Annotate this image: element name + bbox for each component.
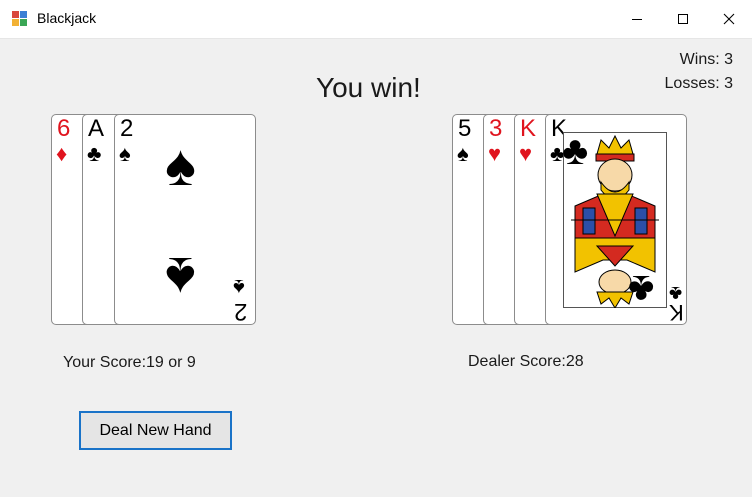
dealer-score-label: Dealer Score:28 xyxy=(468,353,584,370)
card-rank: 3 xyxy=(489,115,503,142)
spade-icon: ♠ xyxy=(233,275,245,300)
losses-label: Losses: 3 xyxy=(664,75,733,92)
club-icon: ♣ xyxy=(628,267,655,311)
card-rank: 6 xyxy=(57,115,71,142)
card-rank: 2 xyxy=(234,298,248,325)
card-rank: K xyxy=(520,115,537,142)
player-card-3: 2 ♠ ♠ ♠ ♠ 2 xyxy=(114,114,256,325)
dealer-card-4: K ♣ ♣ ♣ ♣ K xyxy=(545,114,687,325)
maximize-icon xyxy=(678,14,688,24)
card-rank: 2 xyxy=(120,115,134,142)
card-rank: A xyxy=(88,115,105,142)
heart-icon: ♥ xyxy=(488,141,502,166)
app-icon xyxy=(12,11,28,27)
wins-label: Wins: 3 xyxy=(679,51,733,68)
result-label: You win! xyxy=(316,72,421,103)
spade-icon: ♠ xyxy=(165,133,196,198)
club-icon: ♣ xyxy=(87,141,102,166)
club-icon: ♣ xyxy=(562,129,589,173)
diamond-icon: ♦ xyxy=(56,141,68,166)
minimize-button[interactable] xyxy=(614,0,660,38)
card-rank: K xyxy=(669,300,684,325)
deal-new-hand-button[interactable]: Deal New Hand xyxy=(79,411,232,450)
maximize-button[interactable] xyxy=(660,0,706,38)
spade-icon: ♠ xyxy=(119,141,131,166)
player-score-label: Your Score:19 or 9 xyxy=(63,354,196,371)
game-area: Wins: 3 Losses: 3 You win! 6 ♦ A ♣ 2 ♠ ♠… xyxy=(0,39,752,497)
title-bar[interactable]: Blackjack xyxy=(0,0,752,39)
window-title: Blackjack xyxy=(37,10,97,26)
close-button[interactable] xyxy=(706,0,752,38)
spade-icon: ♠ xyxy=(165,245,196,310)
close-icon xyxy=(723,13,735,25)
card-rank: 5 xyxy=(458,115,472,142)
spade-icon: ♠ xyxy=(457,141,469,166)
minimize-icon xyxy=(632,19,642,20)
heart-icon: ♥ xyxy=(519,141,533,166)
